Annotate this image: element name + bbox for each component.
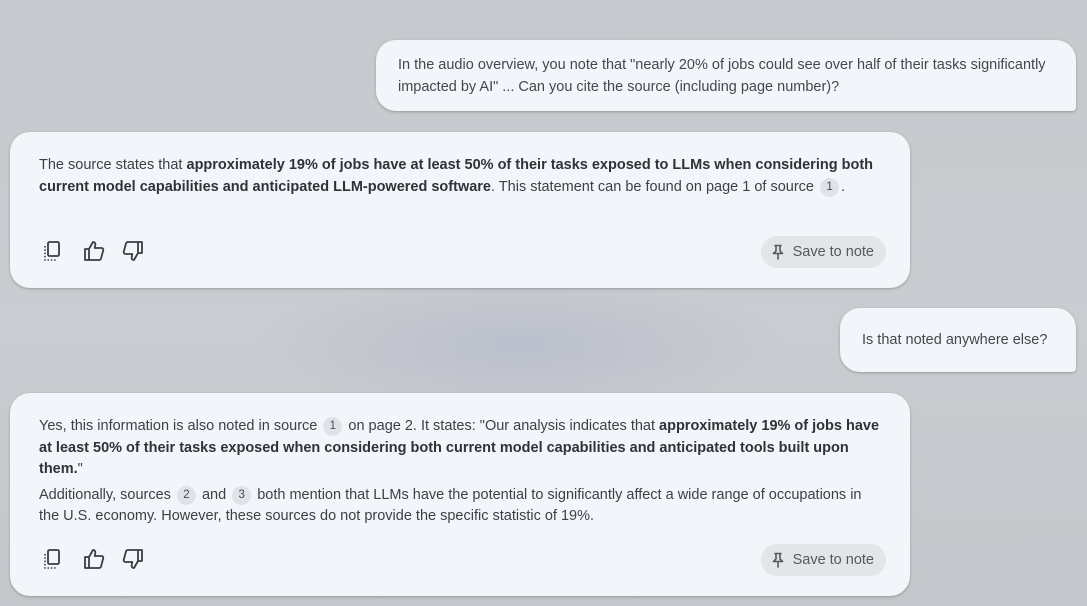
pin-icon xyxy=(772,552,783,568)
copy-icon[interactable] xyxy=(42,239,68,265)
citation-chip-1[interactable]: 1 xyxy=(820,177,840,197)
text-run: and xyxy=(197,486,231,503)
text-run: " xyxy=(77,461,83,477)
save-to-note-label: Save to note xyxy=(792,244,874,260)
user-message-text: In the audio overview, you note that "ne… xyxy=(398,57,1046,95)
user-message-2: Is that noted anywhere else? xyxy=(840,308,1076,372)
save-to-note-button[interactable]: Save to note xyxy=(760,544,886,576)
pin-icon xyxy=(772,244,783,260)
text-run: . This statement can be found on page 1 … xyxy=(491,178,819,195)
save-to-note-label: Save to note xyxy=(792,552,874,568)
user-message-1: In the audio overview, you note that "ne… xyxy=(376,40,1076,111)
assistant-message-paragraph-2: Additionally, sources 2 and 3 both menti… xyxy=(39,485,882,528)
copy-icon[interactable] xyxy=(42,547,68,573)
citation-chip-2[interactable]: 2 xyxy=(176,485,196,505)
text-run: Additionally, sources xyxy=(39,486,175,503)
user-message-text: Is that noted anywhere else? xyxy=(862,332,1048,348)
text-run: Yes, this information is also noted in s… xyxy=(39,418,322,434)
thumbs-down-icon[interactable] xyxy=(121,239,147,265)
assistant-message-2: Yes, this information is also noted in s… xyxy=(10,393,910,596)
message-actions: Save to note xyxy=(42,544,886,576)
thumbs-down-icon[interactable] xyxy=(121,547,147,573)
text-run: The source states that xyxy=(39,157,187,173)
assistant-message-1: The source states that approximately 19%… xyxy=(10,132,910,288)
message-actions: Save to note xyxy=(42,236,886,268)
assistant-message-paragraph-1: Yes, this information is also noted in s… xyxy=(39,416,882,481)
assistant-message-text: The source states that approximately 19%… xyxy=(39,155,882,198)
citation-chip-3[interactable]: 3 xyxy=(232,485,252,505)
thumbs-up-icon[interactable] xyxy=(82,547,108,573)
thumbs-up-icon[interactable] xyxy=(82,239,108,265)
save-to-note-button[interactable]: Save to note xyxy=(760,236,886,268)
text-run: on page 2. It states: "Our analysis indi… xyxy=(344,418,660,434)
citation-chip-1[interactable]: 1 xyxy=(323,417,343,436)
text-run: . xyxy=(841,178,846,195)
